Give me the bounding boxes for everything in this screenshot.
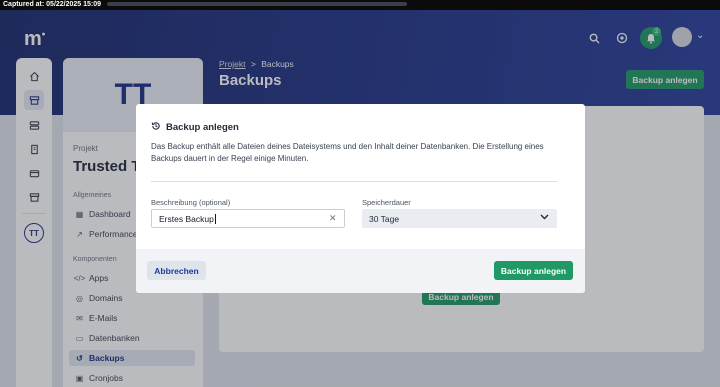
retention-select[interactable]: 30 Tage [362,209,557,228]
dialog-footer: Abbrechen Backup anlegen [136,249,585,293]
capture-timestamp: Captured at: 05/22/2025 15:09 [3,1,102,8]
retention-field-label: Speicherdauer [362,198,411,207]
clear-input-icon[interactable]: ✕ [329,213,337,224]
dialog-divider [151,181,557,182]
backup-history-icon [151,121,161,134]
create-backup-dialog: Backup anlegen Das Backup enthält alle D… [136,104,585,293]
description-field-label: Beschreibung (optional) [151,198,231,207]
dialog-title: Backup anlegen [151,121,239,134]
cancel-button[interactable]: Abbrechen [147,261,206,280]
dialog-description: Das Backup enthält alle Dateien deines D… [151,142,544,163]
chevron-down-icon[interactable] [540,212,549,222]
capture-timestamp-bar: Captured at: 05/22/2025 15:09 [0,0,720,10]
url-bar-blurred [107,2,408,7]
text-cursor [214,213,216,224]
description-input[interactable]: Erstes Backup [151,209,345,228]
submit-create-backup-button[interactable]: Backup anlegen [494,261,573,280]
